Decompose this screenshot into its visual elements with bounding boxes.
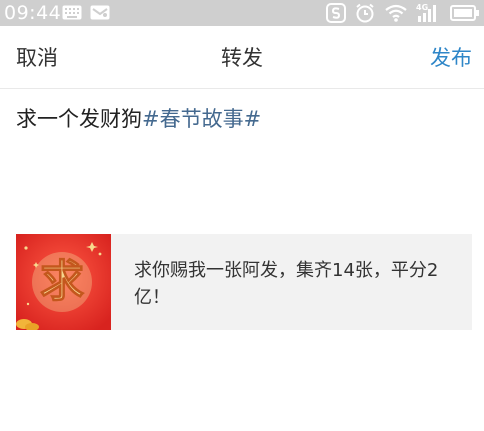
- topic-hashtag[interactable]: #春节故事#: [142, 107, 261, 131]
- card-description: 求你赐我一张阿发，集齐14张，平分2亿！: [134, 260, 439, 308]
- page-title: 转发: [221, 46, 263, 70]
- keyboard-icon: [62, 5, 82, 20]
- compose-input[interactable]: 求一个发财狗#春节故事#: [16, 104, 466, 134]
- wifi-icon: [384, 3, 408, 23]
- status-bar: 09:44 4G: [0, 0, 484, 26]
- publish-button[interactable]: 发布: [430, 42, 472, 72]
- alarm-icon: [354, 2, 376, 24]
- image-notification-icon: [90, 5, 110, 20]
- card-thumb-char: 求: [40, 256, 84, 307]
- network-label: 4G: [416, 3, 428, 12]
- compose-header: 取消 转发 发布: [0, 26, 484, 89]
- signal-4g-icon: 4G: [414, 2, 442, 24]
- shared-content-card[interactable]: 求 求你赐我一张阿发，集齐14张，平分2亿！: [16, 234, 472, 331]
- card-thumbnail: 求: [16, 234, 111, 331]
- battery-icon: [450, 5, 480, 21]
- status-time: 09:44: [4, 2, 62, 24]
- compose-text: 求一个发财狗: [16, 107, 142, 131]
- app-s-icon: [326, 3, 346, 23]
